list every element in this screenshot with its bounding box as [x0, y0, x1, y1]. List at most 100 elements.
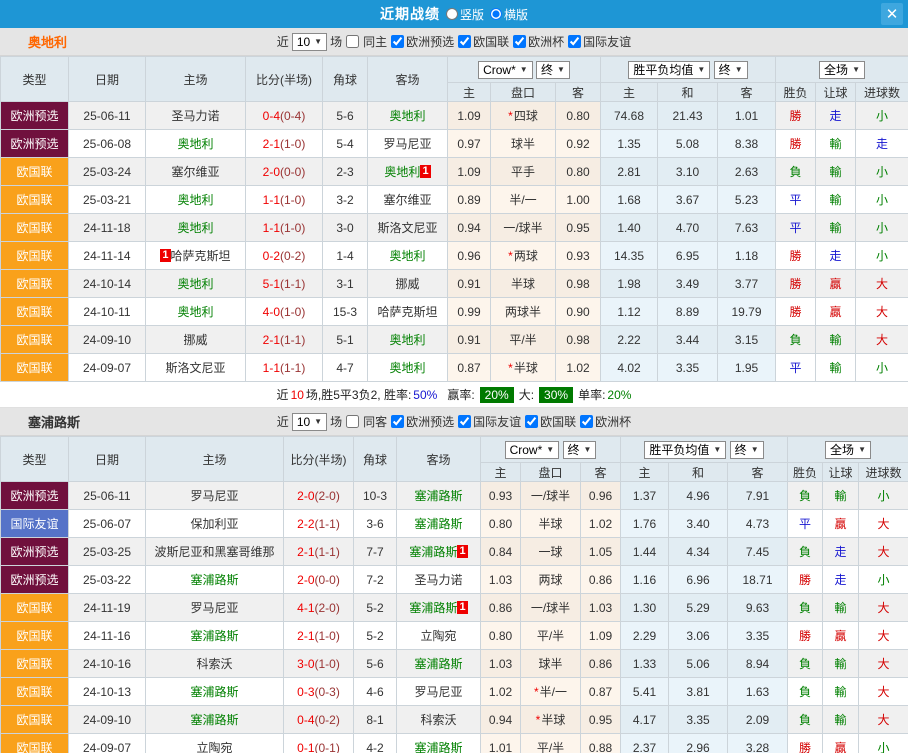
- date-cell: 25-06-11: [69, 482, 146, 510]
- mean-group-header: 胜平负均值▼ 终▼: [621, 437, 788, 463]
- team-away-cell: 塞浦路斯1: [397, 538, 481, 566]
- bookmaker-select-value: Crow*: [483, 63, 516, 77]
- layout-radio-horizontal[interactable]: 横版: [486, 6, 528, 23]
- team-name: 塞浦路斯: [190, 629, 238, 643]
- league-type-cell: 欧国联: [1, 706, 69, 734]
- score-cell: 1-1(1-1): [246, 354, 323, 382]
- same-venue-checkbox[interactable]: [346, 35, 359, 48]
- games-count-select[interactable]: 10▼: [292, 33, 327, 51]
- league-label: 欧洲杯: [528, 33, 564, 50]
- full-time-score: 2-0: [297, 573, 314, 587]
- bookmaker-select[interactable]: Crow*▼: [505, 441, 560, 459]
- summary-win-odds: 20%: [480, 387, 514, 403]
- mean-away-cell: 4.73: [728, 510, 788, 538]
- score-cell: 2-1(1-0): [246, 130, 323, 158]
- odds-away-cell: 0.95: [581, 706, 621, 734]
- score-cell: 1-1(1-0): [246, 186, 323, 214]
- handicap-result-cell: 走: [816, 242, 856, 270]
- league-filter-euro-cup[interactable]: 欧洲杯: [579, 413, 631, 430]
- scope-select[interactable]: 全场▼: [825, 441, 871, 459]
- full-time-score: 2-0: [297, 489, 314, 503]
- scope-select[interactable]: 全场▼: [819, 61, 865, 79]
- odds-home-cell: 1.01: [481, 734, 521, 753]
- mean-final-select[interactable]: 终▼: [714, 61, 748, 79]
- mean-home-cell: 1.40: [601, 214, 658, 242]
- initial-final-select[interactable]: 终▼: [563, 441, 597, 459]
- match-row: 欧国联24-11-16塞浦路斯2-1(1-0)5-2立陶宛0.80平/半1.09…: [1, 622, 908, 650]
- odds-home-cell: 1.09: [448, 102, 491, 130]
- full-time-score: 2-2: [297, 517, 314, 531]
- summary-single-label: 单率:: [578, 386, 605, 403]
- mean-draw-cell: 3.67: [658, 186, 718, 214]
- odds-home-cell: 1.03: [481, 650, 521, 678]
- mean-select[interactable]: 胜平负均值▼: [628, 61, 710, 79]
- games-label: 场: [330, 33, 342, 50]
- date-cell: 24-09-07: [69, 734, 146, 753]
- team-home-cell: 斯洛文尼亚: [146, 354, 246, 382]
- result-cell: 負: [776, 326, 816, 354]
- cyprus-results-table: 类型 日期 主场 比分(半场) 角球 客场 Crow*▼ 终▼ 胜平负均值▼ 终…: [0, 436, 908, 753]
- vertical-radio-input[interactable]: [446, 8, 458, 20]
- league-checkbox[interactable]: [513, 35, 526, 48]
- handicap-result-cell: 輸: [816, 326, 856, 354]
- league-checkbox[interactable]: [525, 415, 538, 428]
- score-cell: 2-1(1-1): [284, 538, 354, 566]
- match-row: 欧国联25-03-21奥地利1-1(1-0)3-2塞尔维亚0.89半/一1.00…: [1, 186, 908, 214]
- corner-cell: 4-6: [354, 678, 397, 706]
- handicap-cell: 一/球半: [491, 214, 556, 242]
- half-time-score: (0-4): [280, 109, 305, 123]
- mean-draw-cell: 5.08: [658, 130, 718, 158]
- league-checkbox[interactable]: [391, 415, 404, 428]
- league-filter-euro-qual[interactable]: 欧洲预选: [390, 33, 454, 50]
- mean-home-cell: 1.33: [621, 650, 669, 678]
- horizontal-radio-input[interactable]: [490, 8, 502, 20]
- goals-result-cell: 小: [856, 186, 908, 214]
- league-type-cell: 欧国联: [1, 298, 69, 326]
- league-checkbox[interactable]: [580, 415, 593, 428]
- corner-cell: 5-6: [354, 650, 397, 678]
- league-filter-euro-cup[interactable]: 欧洲杯: [512, 33, 564, 50]
- team-away-cell: 挪威: [368, 270, 448, 298]
- layout-radio-vertical[interactable]: 竖版: [442, 6, 484, 23]
- col-corner: 角球: [354, 437, 397, 482]
- games-count-select[interactable]: 10▼: [292, 413, 327, 431]
- team-name: 罗马尼亚: [383, 137, 431, 151]
- league-checkbox[interactable]: [458, 35, 471, 48]
- col-score: 比分(半场): [284, 437, 354, 482]
- league-checkbox[interactable]: [458, 415, 471, 428]
- score-cell: 1-1(1-0): [246, 214, 323, 242]
- full-time-score: 2-0: [263, 165, 280, 179]
- league-filter-nations-league[interactable]: 欧国联: [524, 413, 576, 430]
- handicap-result-cell: 贏: [823, 622, 859, 650]
- league-filter-friendly[interactable]: 国际友谊: [457, 413, 521, 430]
- mean-select[interactable]: 胜平负均值▼: [644, 441, 726, 459]
- odds-away-cell: 1.05: [581, 538, 621, 566]
- full-time-score: 2-1: [263, 137, 280, 151]
- corner-cell: 5-6: [323, 102, 368, 130]
- league-filter-friendly[interactable]: 国际友谊: [567, 33, 631, 50]
- team-name: 塞浦路斯: [414, 657, 462, 671]
- same-venue-checkbox[interactable]: [346, 415, 359, 428]
- bookmaker-select[interactable]: Crow*▼: [478, 61, 533, 79]
- team-home-cell: 1哈萨克斯坦: [146, 242, 246, 270]
- league-checkbox[interactable]: [568, 35, 581, 48]
- league-checkbox[interactable]: [391, 35, 404, 48]
- mean-final-select[interactable]: 终▼: [730, 441, 764, 459]
- close-button[interactable]: ✕: [881, 3, 903, 25]
- mean-select-value: 胜平负均值: [649, 443, 709, 457]
- same-venue-label: 同主: [363, 33, 387, 50]
- league-filter-euro-qual[interactable]: 欧洲预选: [390, 413, 454, 430]
- vertical-radio-label: 竖版: [460, 6, 484, 23]
- handicap-result-cell: 輸: [823, 706, 859, 734]
- initial-final-select[interactable]: 终▼: [536, 61, 570, 79]
- result-cell: 平: [776, 214, 816, 242]
- cyprus-filter-bar: 塞浦路斯 近 10▼ 场 同客 欧洲预选 国际友谊 欧国联 欧洲杯: [0, 408, 908, 436]
- odds-away-cell: 0.93: [556, 242, 601, 270]
- team-home-cell: 圣马力诺: [146, 102, 246, 130]
- odds-home-cell: 0.96: [448, 242, 491, 270]
- league-label: 国际友谊: [473, 413, 521, 430]
- league-label: 欧洲预选: [406, 33, 454, 50]
- league-filter-nations-league[interactable]: 欧国联: [457, 33, 509, 50]
- odds-away-cell: 1.03: [581, 594, 621, 622]
- handicap-result-cell: 贏: [816, 270, 856, 298]
